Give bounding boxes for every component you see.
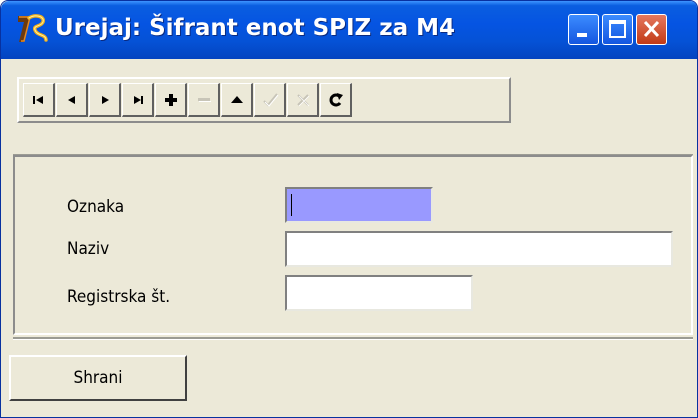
edit-record-icon [231,96,243,103]
maximize-icon [609,20,626,38]
edit-window: Urejaj: Šifrant enot SPIZ za M4 Oznaka N… [0,0,698,418]
insert-record-icon [165,94,177,106]
close-icon [643,20,660,38]
window-title: Urejaj: Šifrant enot SPIZ za M4 [55,15,456,41]
last-record-icon [134,96,143,104]
edit-record-button[interactable] [221,83,253,117]
separator-line-bottom [13,337,693,340]
delete-record-button[interactable] [188,83,220,117]
title-bar[interactable]: Urejaj: Šifrant enot SPIZ za M4 [1,1,697,59]
app-logo-icon [18,14,48,42]
insert-record-button[interactable] [155,83,187,117]
naziv-input[interactable] [285,231,673,267]
minimize-icon [577,33,587,37]
save-button[interactable]: Shrani [9,355,187,401]
close-button[interactable] [636,14,667,45]
registrska-label: Registrska št. [67,287,171,307]
naziv-label: Naziv [67,239,110,259]
first-record-icon [33,96,43,104]
minimize-button[interactable] [568,14,599,45]
prior-record-button[interactable] [56,83,88,117]
first-record-button[interactable] [23,83,55,117]
refresh-icon [329,93,343,107]
client-area: Oznaka Naziv Registrska št. Shrani [5,59,693,415]
maximize-button[interactable] [602,14,633,45]
db-navigator-toolbar [17,77,511,123]
next-record-icon [102,96,109,104]
next-record-button[interactable] [89,83,121,117]
delete-record-icon [198,98,211,102]
registrska-input[interactable] [285,275,473,311]
prior-record-icon [68,96,75,104]
refresh-button[interactable] [320,83,352,117]
post-record-icon [263,93,279,107]
cancel-record-button[interactable] [287,83,319,117]
cancel-record-icon [297,94,310,107]
text-caret [291,194,292,216]
post-record-button[interactable] [254,83,286,117]
oznaka-input[interactable] [285,187,433,223]
last-record-button[interactable] [122,83,154,117]
oznaka-label: Oznaka [67,197,125,217]
